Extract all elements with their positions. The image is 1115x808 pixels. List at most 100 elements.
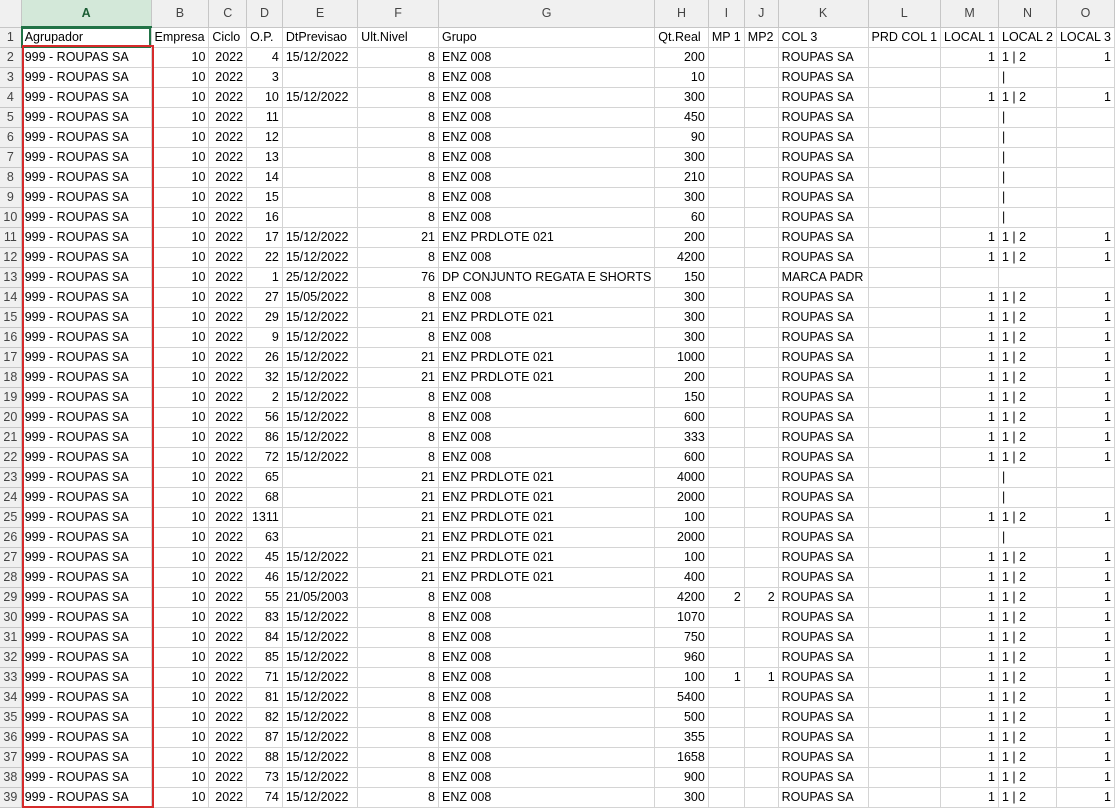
column-header-o[interactable]: O [1056,0,1115,28]
cell[interactable]: 2022 [208,567,248,588]
cell[interactable]: ROUPAS SA [778,507,869,528]
cell[interactable]: | [998,67,1057,88]
cell[interactable] [744,167,779,188]
cell[interactable] [708,427,745,448]
cell[interactable]: 1 | 2 [998,407,1057,428]
cell[interactable]: 76 [357,267,439,288]
cell[interactable]: 2022 [208,167,248,188]
cell[interactable] [708,727,745,748]
cell[interactable] [744,427,779,448]
cell[interactable] [744,127,779,148]
cell[interactable]: ENZ PRDLOTE 021 [438,547,656,568]
cell[interactable]: 200 [654,367,709,388]
cell[interactable]: ROUPAS SA [778,107,869,128]
cell[interactable]: 10 [151,667,210,688]
cell[interactable]: ROUPAS SA [778,87,869,108]
cell[interactable]: 10 [151,587,210,608]
cell[interactable]: 2000 [654,527,709,548]
cell[interactable]: | [998,467,1057,488]
cell[interactable] [744,787,779,808]
cell[interactable] [940,207,999,228]
cell[interactable]: 2022 [208,547,248,568]
cell[interactable]: 1 [940,427,999,448]
cell[interactable]: ENZ 008 [438,587,656,608]
cell[interactable]: ENZ 008 [438,67,656,88]
row-header[interactable]: 31 [0,627,22,648]
header-cell[interactable]: Ult.Nivel [357,27,439,48]
cell[interactable]: ROUPAS SA [778,307,869,328]
cell[interactable]: 2 [744,587,779,608]
cell[interactable]: 32 [246,367,283,388]
row-header[interactable]: 6 [0,127,22,148]
cell[interactable]: 55 [246,587,283,608]
cell[interactable]: 2022 [208,287,248,308]
cell[interactable]: 1 [1056,687,1115,708]
cell[interactable]: 999 - ROUPAS SA [21,107,152,128]
cell[interactable]: 10 [151,67,210,88]
cell[interactable]: ENZ 008 [438,727,656,748]
cell[interactable]: 300 [654,787,709,808]
cell[interactable]: 8 [357,687,439,708]
cell[interactable]: 21 [357,467,439,488]
cell[interactable]: 8 [357,767,439,788]
cell[interactable] [1056,127,1115,148]
cell[interactable]: 2022 [208,467,248,488]
column-header-e[interactable]: E [282,0,359,28]
cell[interactable]: 8 [357,107,439,128]
cell[interactable]: 999 - ROUPAS SA [21,47,152,68]
cell[interactable]: 21 [357,307,439,328]
cell[interactable]: 999 - ROUPAS SA [21,247,152,268]
cell[interactable]: 56 [246,407,283,428]
cell[interactable]: 1 [940,647,999,668]
cell[interactable]: ROUPAS SA [778,487,869,508]
cell[interactable]: 26 [246,347,283,368]
cell[interactable] [744,387,779,408]
select-all-corner[interactable] [0,0,22,28]
cell[interactable]: 1 | 2 [998,387,1057,408]
cell[interactable] [744,247,779,268]
cell[interactable]: ENZ PRDLOTE 021 [438,527,656,548]
cell[interactable]: 2022 [208,307,248,328]
cell[interactable]: 999 - ROUPAS SA [21,347,152,368]
cell[interactable]: 1 [1056,667,1115,688]
cell[interactable]: 999 - ROUPAS SA [21,427,152,448]
cell[interactable]: 300 [654,287,709,308]
cell[interactable]: 1 [940,347,999,368]
cell[interactable]: 1 | 2 [998,687,1057,708]
cell[interactable]: 1 | 2 [998,727,1057,748]
cell[interactable]: | [998,487,1057,508]
cell[interactable] [708,207,745,228]
cell[interactable]: 200 [654,227,709,248]
cell[interactable] [1056,167,1115,188]
cell[interactable]: 300 [654,187,709,208]
cell[interactable]: 15/12/2022 [282,427,359,448]
cell[interactable] [868,487,942,508]
cell[interactable] [868,727,942,748]
cell[interactable]: 2022 [208,647,248,668]
cell[interactable]: 1 [1056,507,1115,528]
cell[interactable]: 10 [151,307,210,328]
cell[interactable] [940,107,999,128]
header-cell[interactable]: Agrupador [21,27,152,48]
row-header[interactable]: 14 [0,287,22,308]
cell[interactable]: 2022 [208,227,248,248]
cell[interactable]: ENZ PRDLOTE 021 [438,347,656,368]
cell[interactable]: 1 | 2 [998,227,1057,248]
cell[interactable] [708,527,745,548]
cell[interactable] [744,407,779,428]
cell[interactable]: 15/12/2022 [282,687,359,708]
cell[interactable]: 1 | 2 [998,567,1057,588]
cell[interactable]: 1 [940,767,999,788]
cell[interactable]: 10 [151,527,210,548]
cell[interactable]: 1 | 2 [998,307,1057,328]
cell[interactable]: 1 [1056,747,1115,768]
spreadsheet-grid[interactable]: ABCDEFGHIJKLMNO 1 Agrupador Empresa Ciclo O… [0,0,1115,808]
cell[interactable] [708,107,745,128]
cell[interactable] [868,547,942,568]
cell[interactable]: ENZ PRDLOTE 021 [438,367,656,388]
cell[interactable]: 21 [357,487,439,508]
cell[interactable] [708,347,745,368]
header-cell[interactable]: LOCAL 2 [998,27,1057,48]
row-header[interactable]: 11 [0,227,22,248]
row-header[interactable]: 2 [0,47,22,68]
